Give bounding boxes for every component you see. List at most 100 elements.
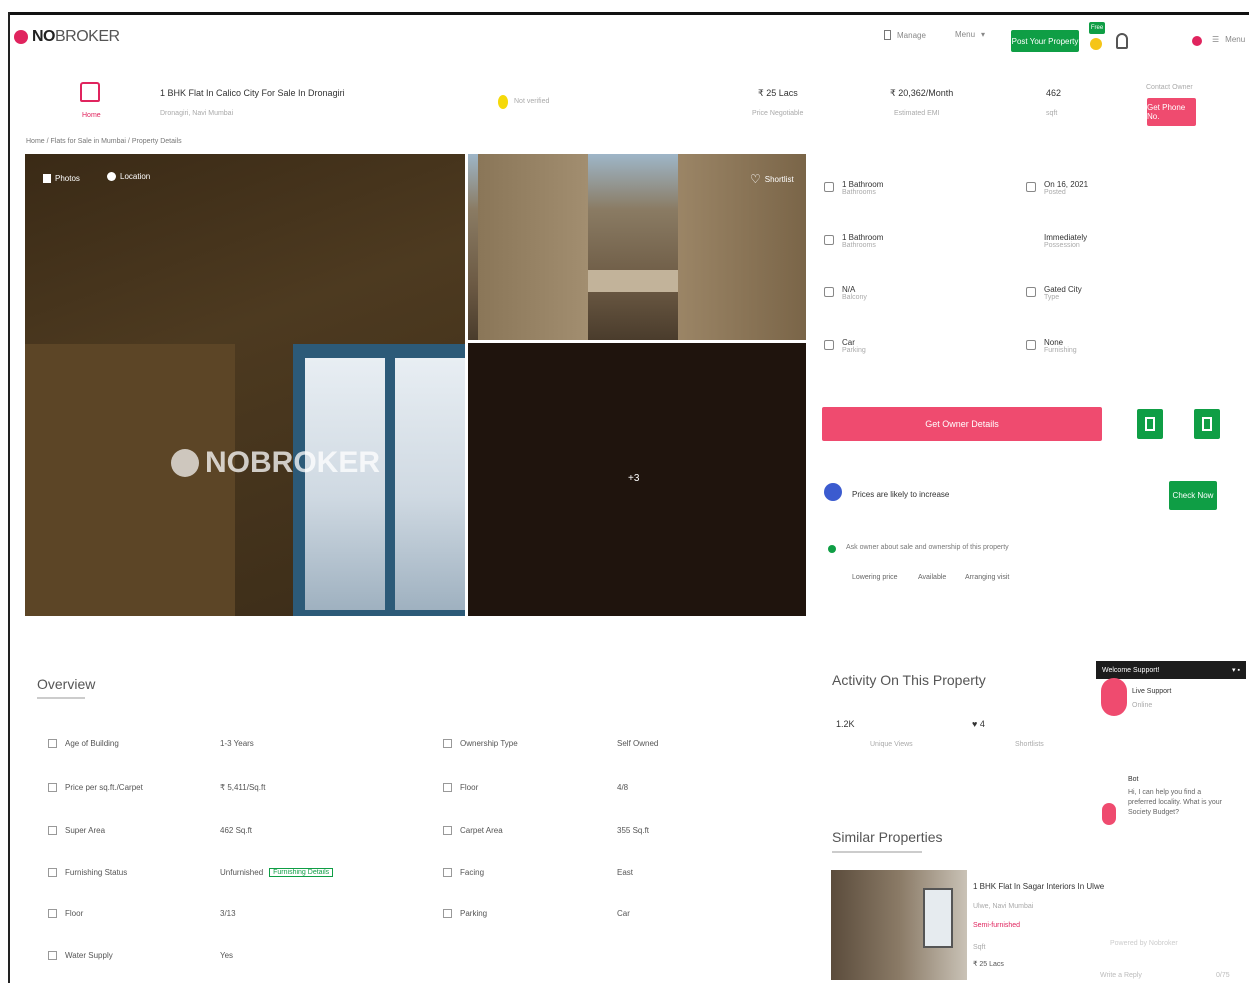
spec-item: On 16, 2021 Posted bbox=[1026, 180, 1088, 196]
similar-properties-title: Similar Properties bbox=[832, 829, 943, 845]
water-tap-icon bbox=[48, 951, 57, 960]
similar-property-photo[interactable] bbox=[831, 870, 967, 980]
overview-label: Floor bbox=[460, 783, 479, 792]
free-badge: Free bbox=[1089, 22, 1105, 34]
chat-header[interactable]: Welcome Support! ▾ ▪ bbox=[1096, 661, 1246, 679]
loan-text: Prices are likely to increase bbox=[852, 490, 950, 499]
overview-value-text: East bbox=[617, 868, 634, 877]
nobroker-logo[interactable]: NOBROKER bbox=[14, 28, 120, 46]
overview-row: Floor bbox=[443, 783, 478, 792]
overview-label: Carpet Area bbox=[460, 826, 503, 835]
spec-value: N/A bbox=[842, 285, 856, 294]
similar-property-title[interactable]: 1 BHK Flat In Sagar Interiors In Ulwe bbox=[973, 882, 1104, 891]
shortlists-stat: ♥ 4 bbox=[972, 719, 985, 729]
spec-label: Balcony bbox=[842, 294, 867, 301]
notification-icon[interactable] bbox=[1192, 36, 1202, 46]
overview-value: 462 Sq.ft bbox=[220, 826, 252, 835]
overview-label: Facing bbox=[460, 868, 485, 877]
area-label: sqft bbox=[1046, 110, 1058, 117]
gate-arch bbox=[588, 270, 678, 292]
overview-value: Self Owned bbox=[617, 739, 658, 748]
listing-title: 1 BHK Flat In Calico City For Sale In Dr… bbox=[160, 88, 345, 98]
location-label: Location bbox=[120, 172, 151, 181]
price-label: Price Negotiable bbox=[752, 110, 804, 117]
minimize-icon[interactable]: ▾ ▪ bbox=[1232, 666, 1240, 674]
sofa-icon bbox=[1026, 340, 1036, 350]
building-icon bbox=[1026, 287, 1036, 297]
overview-value: Car bbox=[617, 909, 630, 918]
overview-value-text: Unfurnished bbox=[220, 868, 264, 877]
home-icon bbox=[80, 82, 100, 102]
overview-value-text: Self Owned bbox=[617, 739, 659, 748]
nav-menu-dropdown[interactable]: Menu ▾ bbox=[955, 30, 985, 39]
check-now-button[interactable]: Check Now bbox=[1169, 481, 1217, 510]
more-photos-count: +3 bbox=[628, 473, 640, 484]
overview-underline bbox=[37, 697, 85, 699]
watermark-logo-icon bbox=[171, 449, 199, 477]
sofa-icon bbox=[48, 868, 57, 877]
listing-subtitle[interactable]: Dronagiri, Navi Mumbai bbox=[160, 110, 233, 117]
nav-manage[interactable]: Manage bbox=[884, 30, 926, 40]
location-tab[interactable]: Location bbox=[107, 172, 150, 181]
spec-item: Gated City Type bbox=[1026, 285, 1082, 301]
location-pin-icon bbox=[107, 172, 116, 181]
gallery-more-photos[interactable]: +3 bbox=[468, 343, 806, 616]
spec-item: 1 Bathroom Bathrooms bbox=[824, 180, 883, 196]
tip-link[interactable]: Arranging visit bbox=[965, 574, 1009, 581]
activity-title: Activity On This Property bbox=[832, 672, 986, 688]
overview-value-text: 1-3 Years bbox=[220, 739, 254, 748]
spec-value: Immediately bbox=[1044, 233, 1088, 242]
stairs-icon bbox=[48, 909, 57, 918]
get-owner-details-button[interactable]: Get Owner Details bbox=[822, 407, 1102, 441]
get-phone-button[interactable]: Get Phone No. bbox=[1147, 98, 1196, 126]
tip-text: Ask owner about sale and ownership of th… bbox=[846, 544, 1009, 551]
similar-window bbox=[923, 888, 953, 948]
overview-row: Water Supply bbox=[48, 951, 113, 960]
spec-label: Type bbox=[1044, 294, 1060, 301]
overview-label: Water Supply bbox=[65, 951, 113, 960]
photos-tab[interactable]: Photos bbox=[43, 174, 80, 183]
overview-value: East bbox=[617, 868, 633, 877]
area-icon bbox=[48, 826, 57, 835]
post-property-button[interactable]: Post Your Property bbox=[1011, 30, 1079, 52]
logo-text: NOBROKER bbox=[32, 28, 120, 46]
calculator-button[interactable] bbox=[1137, 409, 1163, 439]
overview-value: 355 Sq.ft bbox=[617, 826, 649, 835]
spec-item: None Furnishing bbox=[1026, 338, 1077, 354]
hamburger-menu[interactable]: ☰ Menu bbox=[1212, 35, 1245, 44]
carpet-icon bbox=[443, 826, 452, 835]
loan-icon bbox=[824, 483, 842, 501]
document-button[interactable] bbox=[1194, 409, 1220, 439]
area-value: 462 bbox=[1046, 88, 1062, 98]
overview-value: 4/8 bbox=[617, 783, 628, 792]
window-left-border bbox=[8, 12, 10, 983]
spec-value: Gated City bbox=[1044, 285, 1082, 294]
spec-value: 1 Bathroom bbox=[842, 180, 884, 189]
furnishing-details-link[interactable]: Furnishing Details bbox=[269, 868, 334, 877]
chat-reply-input[interactable]: Write a Reply bbox=[1100, 972, 1142, 979]
tip-link[interactable]: Available bbox=[918, 574, 946, 581]
logo-icon bbox=[14, 30, 28, 44]
nav-manage-label: Manage bbox=[897, 30, 926, 40]
gallery-main-photo[interactable]: NOBROKER Photos Location bbox=[25, 154, 465, 616]
spec-item: N/A Balcony bbox=[824, 285, 867, 301]
similar-property-location: Ulwe, Navi Mumbai bbox=[973, 903, 1034, 910]
spec-item: Car Parking bbox=[824, 338, 866, 354]
user-icon[interactable] bbox=[1116, 33, 1128, 49]
spec-value: None bbox=[1044, 338, 1064, 347]
shortlist-button[interactable]: ♡ Shortlist bbox=[750, 172, 794, 186]
document-icon bbox=[1202, 417, 1212, 431]
tip-dot-icon bbox=[828, 545, 836, 553]
building-age-icon bbox=[48, 739, 57, 748]
overview-label: Furnishing Status bbox=[65, 868, 128, 877]
overview-label: Floor bbox=[65, 909, 84, 918]
shortlists-label: Shortlists bbox=[1015, 741, 1044, 748]
overview-value: ₹ 5,411/Sq.ft bbox=[220, 783, 265, 792]
spec-label: Bathrooms bbox=[842, 242, 876, 249]
spec-label: Furnishing bbox=[1044, 347, 1077, 354]
car-icon bbox=[443, 909, 452, 918]
car-icon bbox=[824, 340, 834, 350]
gallery-exterior-photo[interactable]: ♡ Shortlist bbox=[468, 154, 806, 340]
tip-link[interactable]: Lowering price bbox=[852, 574, 898, 581]
breadcrumb[interactable]: Home / Flats for Sale in Mumbai / Proper… bbox=[26, 138, 182, 145]
